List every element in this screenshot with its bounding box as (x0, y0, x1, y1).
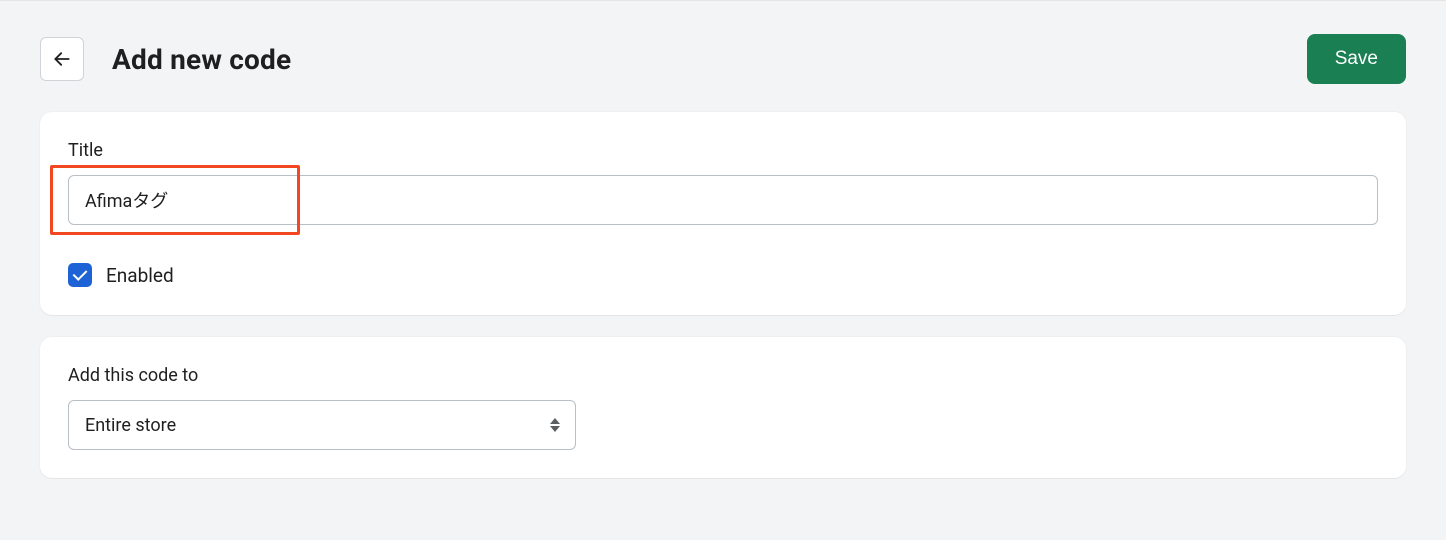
title-label: Title (68, 140, 1378, 161)
target-label: Add this code to (68, 365, 1378, 386)
page-title: Add new code (112, 43, 291, 76)
target-select[interactable]: Entire store (68, 400, 576, 450)
enabled-row: Enabled (68, 263, 1378, 287)
enabled-label: Enabled (106, 264, 174, 287)
page-header: Add new code Save (40, 34, 1406, 84)
header-left: Add new code (40, 37, 291, 81)
back-button[interactable] (40, 37, 84, 81)
arrow-left-icon (52, 49, 72, 69)
title-input-wrap (68, 175, 1378, 225)
title-card: Title Enabled (40, 112, 1406, 315)
target-card: Add this code to Entire store (40, 337, 1406, 478)
title-input[interactable] (68, 175, 1378, 225)
enabled-checkbox[interactable] (68, 263, 92, 287)
target-select-wrap: Entire store (68, 400, 576, 450)
save-button[interactable]: Save (1307, 34, 1406, 84)
page-container: Add new code Save Title Enabled Add this… (0, 4, 1446, 540)
